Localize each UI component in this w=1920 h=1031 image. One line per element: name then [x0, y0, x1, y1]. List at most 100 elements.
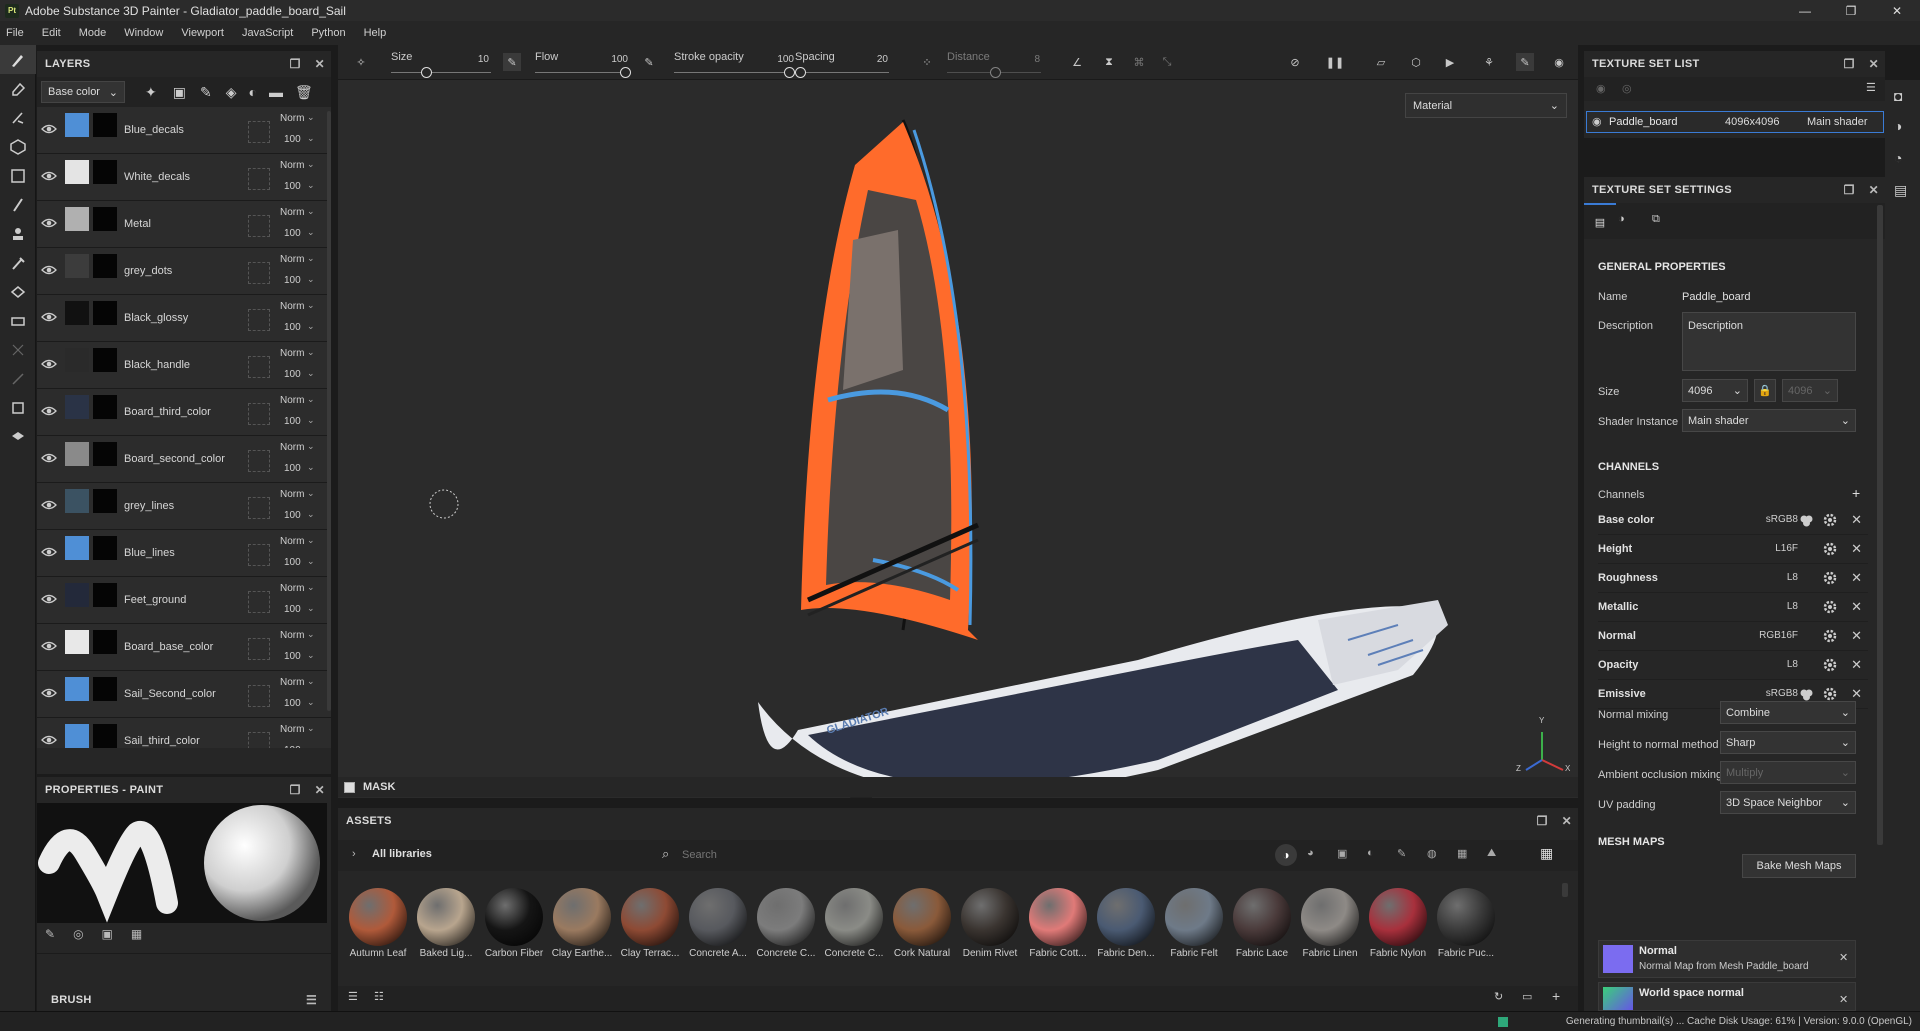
remove-channel-icon[interactable]: ✕: [1851, 599, 1862, 615]
settings-tab-icon[interactable]: ▤: [1584, 203, 1616, 239]
stencil-tab-icon[interactable]: ▣: [102, 927, 113, 941]
material-thumbnail[interactable]: Carbon Fiber: [482, 888, 546, 959]
layer-opacity[interactable]: 100: [284, 275, 301, 286]
material-thumbnail[interactable]: Baked Lig...: [414, 888, 478, 959]
uv-padding-select[interactable]: 3D Space Neighbor ⌄: [1720, 791, 1856, 814]
camera-icon[interactable]: ▶: [1441, 53, 1459, 71]
layer-fill-slot[interactable]: [248, 638, 270, 660]
layer-fill-slot[interactable]: [248, 121, 270, 143]
layer-row[interactable]: grey_lines Norm ⌄ 100 ⌄: [37, 483, 331, 530]
menu-icon[interactable]: ☰: [1866, 81, 1876, 94]
measure-tool[interactable]: [0, 306, 36, 335]
material-thumbnail[interactable]: Fabric Puc...: [1434, 888, 1498, 959]
color-profile-icon[interactable]: [1799, 513, 1814, 528]
viewport-mode-select[interactable]: Material ⌄: [1405, 93, 1567, 118]
symmetry-tool[interactable]: [0, 393, 36, 422]
eye-icon[interactable]: [41, 262, 57, 278]
filter-filters-icon[interactable]: ◐: [1367, 847, 1374, 859]
brush-tab-icon[interactable]: ✎: [45, 927, 55, 941]
channel-row[interactable]: Metallic L8 ✕: [1598, 594, 1868, 622]
chevron-right-icon[interactable]: ›: [352, 848, 356, 860]
pressure-size-icon[interactable]: ✎: [503, 53, 521, 71]
angle-icon[interactable]: ∠: [1068, 53, 1086, 71]
layer-fill-slot[interactable]: [248, 168, 270, 190]
layer-row[interactable]: Board_second_color Norm ⌄ 100 ⌄: [37, 436, 331, 483]
material-thumbnail[interactable]: Concrete C...: [754, 888, 818, 959]
layer-opacity[interactable]: 100: [284, 369, 301, 380]
channel-select[interactable]: Base color ⌄: [41, 81, 125, 103]
channel-format[interactable]: sRGB8: [1766, 514, 1798, 525]
layer-opacity[interactable]: 100: [284, 651, 301, 662]
mesh-map-world-normal[interactable]: World space normal ✕: [1598, 982, 1856, 1011]
add-paint-layer-icon[interactable]: ✎: [200, 84, 212, 101]
size-select[interactable]: 4096 ⌄: [1682, 379, 1748, 402]
uv-tab-icon[interactable]: ⧉: [1652, 213, 1660, 226]
eye-icon[interactable]: [41, 309, 57, 325]
layer-row[interactable]: Blue_lines Norm ⌄ 100 ⌄: [37, 530, 331, 577]
channel-format[interactable]: L8: [1787, 601, 1798, 612]
channel-row[interactable]: Base color sRGB8 ✕: [1598, 507, 1868, 535]
name-value[interactable]: Paddle_board: [1682, 291, 1751, 303]
gear-icon[interactable]: [1822, 657, 1838, 673]
assets-scrollbar[interactable]: [1562, 883, 1568, 897]
layer-row[interactable]: Feet_ground Norm ⌄ 100 ⌄: [37, 577, 331, 624]
color-picker-tool[interactable]: [0, 248, 36, 277]
undock-icon[interactable]: ❐: [1537, 814, 1548, 828]
material-thumbnail[interactable]: Clay Earthe...: [550, 888, 614, 959]
folder-icon[interactable]: ▭: [1522, 990, 1532, 1003]
channel-row[interactable]: Height L16F ✕: [1598, 536, 1868, 564]
channel-format[interactable]: L8: [1787, 659, 1798, 670]
shader-tab-icon[interactable]: ◑: [1618, 213, 1625, 225]
layer-opacity[interactable]: 100: [284, 557, 301, 568]
list-view-icon[interactable]: ☰: [348, 990, 358, 1003]
grid-view-icon[interactable]: ▦: [1540, 845, 1553, 862]
size-slider[interactable]: Size 10: [391, 49, 491, 78]
symmetry-mirror-icon[interactable]: ⧗: [1100, 53, 1118, 71]
add-fill-layer-icon[interactable]: ◈: [226, 84, 237, 101]
layer-opacity[interactable]: 100: [284, 228, 301, 239]
delete-layer-icon[interactable]: 🗑: [295, 84, 313, 101]
maximize-button[interactable]: ❐: [1828, 0, 1874, 21]
menu-help[interactable]: Help: [364, 27, 387, 39]
menu-mode[interactable]: Mode: [79, 27, 107, 39]
material-thumbnail[interactable]: Denim Rivet: [958, 888, 1022, 959]
smudge-tool[interactable]: [0, 161, 36, 190]
menu-edit[interactable]: Edit: [42, 27, 61, 39]
layer-blend-mode[interactable]: Norm: [280, 536, 304, 547]
channel-row[interactable]: Roughness L8 ✕: [1598, 565, 1868, 593]
layer-blend-mode[interactable]: Norm: [280, 583, 304, 594]
filter-brushes-icon[interactable]: ✎: [1397, 847, 1406, 860]
remove-channel-icon[interactable]: ✕: [1851, 541, 1862, 557]
add-smart-material-icon[interactable]: ◐: [248, 84, 256, 100]
layer-row[interactable]: Black_handle Norm ⌄ 100 ⌄: [37, 342, 331, 389]
layer-opacity[interactable]: 100: [284, 698, 301, 709]
history-icon[interactable]: ◔: [1894, 150, 1902, 166]
layer-fill-slot[interactable]: [248, 544, 270, 566]
layer-blend-mode[interactable]: Norm: [280, 207, 304, 218]
3d-viewport[interactable]: GLADIATOR Y X Z: [338, 80, 1578, 832]
material-thumbnail[interactable]: Clay Terrac...: [618, 888, 682, 959]
eye-icon[interactable]: [41, 356, 57, 372]
filter-grid-icon[interactable]: ▦: [1457, 847, 1467, 860]
material-thumbnail[interactable]: Fabric Den...: [1094, 888, 1158, 959]
menu-viewport[interactable]: Viewport: [181, 27, 224, 39]
list-icon[interactable]: ☰: [306, 993, 317, 1007]
eye-icon[interactable]: [41, 544, 57, 560]
eye-icon[interactable]: [41, 638, 57, 654]
layer-blend-mode[interactable]: Norm: [280, 160, 304, 171]
screenshot-icon[interactable]: ◉: [1550, 53, 1568, 71]
color-profile-icon[interactable]: [1799, 687, 1814, 702]
preset-tool[interactable]: [0, 422, 36, 451]
eye-icon[interactable]: [41, 403, 57, 419]
eye-icon[interactable]: [41, 215, 57, 231]
search-input[interactable]: [682, 845, 1052, 865]
bake-mesh-maps-button[interactable]: Bake Mesh Maps: [1742, 854, 1856, 878]
material-thumbnail[interactable]: Autumn Leaf: [346, 888, 410, 959]
channel-format[interactable]: sRGB8: [1766, 688, 1798, 699]
hide-cursor-icon[interactable]: ⊘: [1286, 53, 1304, 71]
layer-row[interactable]: Sail_third_colorNorm⌄100⌄: [37, 718, 331, 748]
mesh-map-normal[interactable]: Normal Normal Map from Mesh Paddle_board…: [1598, 940, 1856, 978]
menu-javascript[interactable]: JavaScript: [242, 27, 293, 39]
filter-smart-materials-icon[interactable]: ◕: [1307, 847, 1314, 859]
texture-set-item[interactable]: ◉ Paddle_board 4096x4096 Main shader: [1586, 111, 1884, 133]
